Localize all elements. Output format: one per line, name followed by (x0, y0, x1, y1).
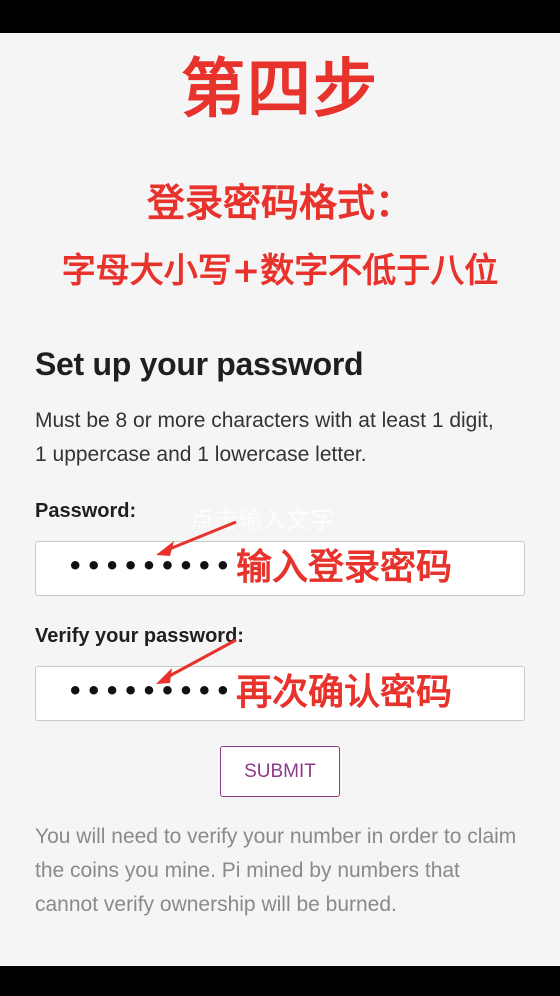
password-format-title: 登录密码格式： (146, 181, 413, 225)
verify-password-field[interactable]: ••••••••• 再次确认密码 (35, 666, 525, 721)
top-black-bar (0, 0, 560, 33)
step-title-annotation: 第四步 (181, 53, 379, 127)
submit-button[interactable]: SUBMIT (220, 746, 340, 797)
password-hint-annotation: 输入登录密码 (236, 547, 453, 588)
password-format-rule: 字母大小写+数字不低于八位 (61, 251, 499, 291)
watermark-text: 点击输入文字 (190, 506, 334, 534)
verify-password-label: Verify your password: (35, 625, 244, 647)
verify-password-value: ••••••••• (68, 677, 235, 705)
page-title: Set up your password (35, 346, 364, 382)
password-requirements: Must be 8 or more characters with at lea… (35, 409, 494, 466)
bottom-black-bar (0, 966, 560, 996)
verification-notice: You will need to verify your number in o… (35, 825, 517, 916)
password-label: Password: (35, 500, 137, 522)
password-field[interactable]: ••••••••• 输入登录密码 (35, 541, 525, 596)
verify-hint-annotation: 再次确认密码 (236, 672, 453, 713)
password-value: ••••••••• (68, 552, 235, 580)
